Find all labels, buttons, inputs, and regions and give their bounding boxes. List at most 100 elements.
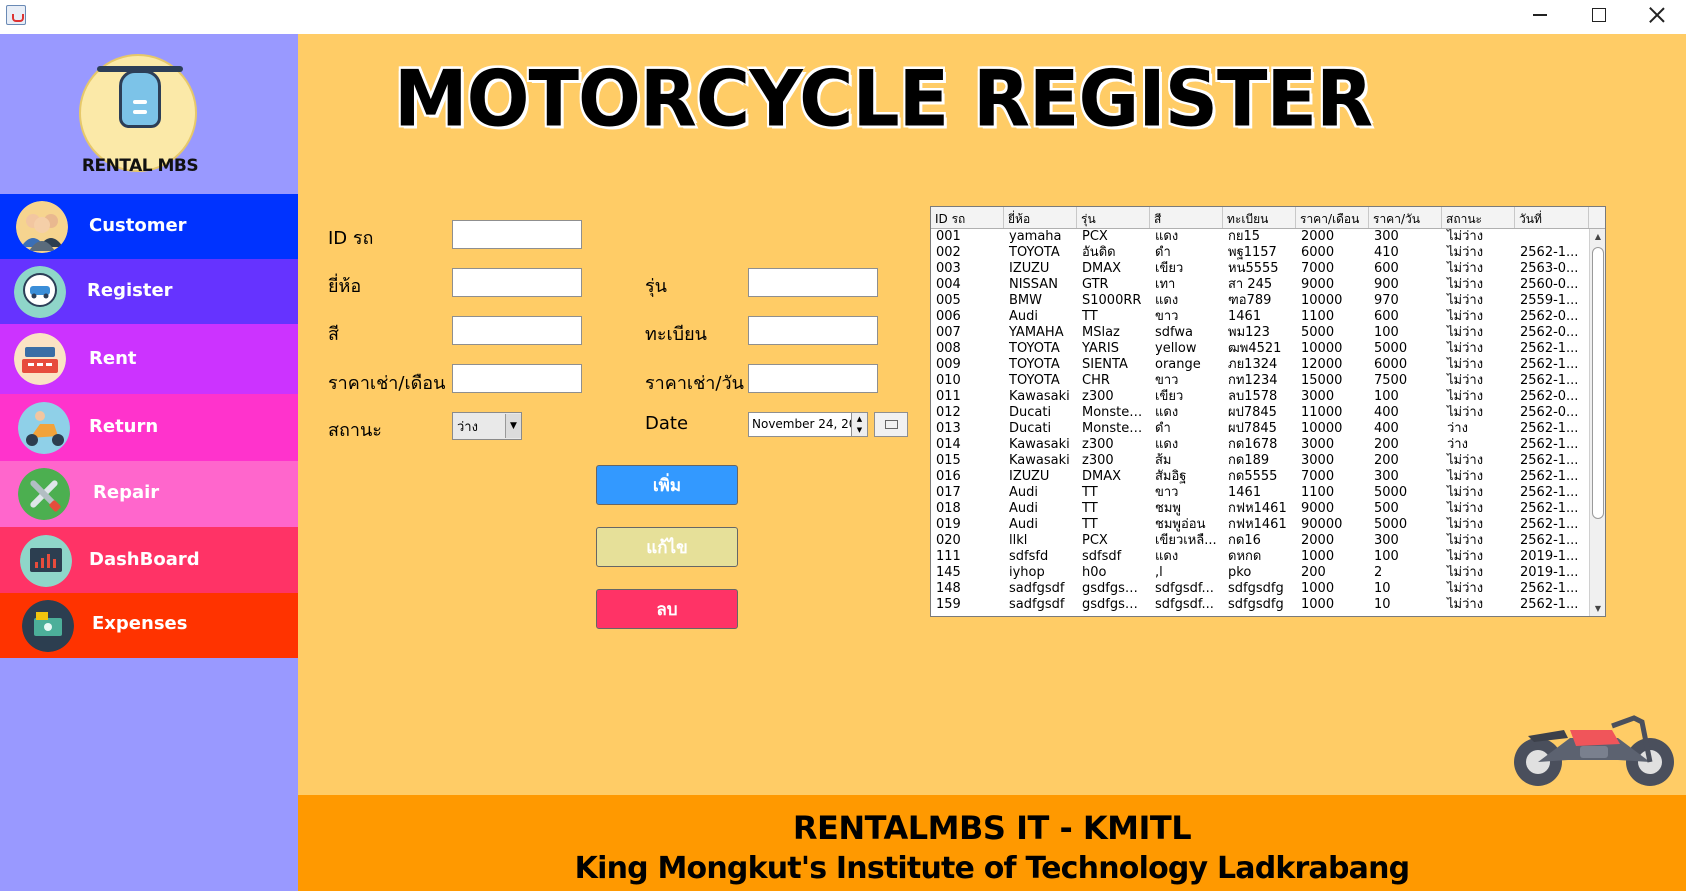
table-cell: พฐ1157 bbox=[1228, 245, 1277, 260]
close-button[interactable] bbox=[1628, 0, 1686, 30]
column-header[interactable]: สี bbox=[1150, 207, 1223, 228]
date-field[interactable]: November 24, 20 bbox=[748, 412, 856, 437]
table-row[interactable]: 018 Audi TT ชมพู กฟห1461 9000 500 ไม่ว่าง 2562-1… bbox=[931, 501, 1589, 517]
sidebar-item-customer[interactable]: Customer bbox=[0, 194, 298, 259]
table-cell: 2562-0... bbox=[1520, 389, 1579, 404]
daily-price-input[interactable] bbox=[748, 364, 878, 393]
table-cell: Monster... bbox=[1082, 405, 1146, 420]
add-button[interactable]: เพิ่ม bbox=[596, 465, 738, 505]
maximize-button[interactable] bbox=[1570, 0, 1628, 30]
sidebar-item-register[interactable]: Register bbox=[0, 259, 298, 324]
table-row[interactable]: 007 YAMAHA MSlaz sdfwa พม123 5000 100 ไม่ว่าง 25… bbox=[931, 325, 1589, 341]
plate-input[interactable] bbox=[748, 316, 878, 345]
table-row[interactable]: 010 TOYOTA CHR ขาว กท1234 15000 7500 ไม่ว่าง 256… bbox=[931, 373, 1589, 389]
sidebar-item-return[interactable]: Return bbox=[0, 394, 298, 461]
table-cell: 10000 bbox=[1301, 341, 1343, 356]
table-cell: Ducati bbox=[1009, 421, 1052, 436]
table-row[interactable]: 009 TOYOTA SIENTA orange ภย1324 12000 6000 ไม่ว… bbox=[931, 357, 1589, 373]
id-input[interactable] bbox=[452, 220, 582, 249]
delete-button[interactable]: ลบ bbox=[596, 589, 738, 629]
column-header[interactable]: ID รถ bbox=[931, 207, 1004, 228]
scroll-up-icon[interactable]: ▲ bbox=[1590, 229, 1605, 245]
table-cell: กฟห1461 bbox=[1228, 501, 1287, 516]
table-cell: 2562-0... bbox=[1520, 405, 1579, 420]
table-row[interactable]: 111 sdfsfd sdfsdf แดง ดหกด 1000 100 ไม่ว่าง 2019… bbox=[931, 549, 1589, 565]
table-row[interactable]: 003 IZUZU DMAX เขียว หน5555 7000 600 ไม่ว่าง 256… bbox=[931, 261, 1589, 277]
sidebar-item-label: Return bbox=[89, 416, 159, 437]
table-cell: 148 bbox=[936, 581, 961, 596]
edit-button[interactable]: แก้ไข bbox=[596, 527, 738, 567]
minimize-button[interactable] bbox=[1511, 0, 1569, 30]
table-cell: 2 bbox=[1374, 565, 1383, 580]
column-header[interactable]: สถานะ bbox=[1442, 207, 1515, 228]
calendar-icon bbox=[884, 420, 898, 429]
table-row[interactable]: 159 sadfgsdf gsdfgsdfg sdfgsdf... sdfgsdfg 10… bbox=[931, 597, 1589, 613]
table-row[interactable]: 148 sadfgsdf gsdfgsdfg sdfgsdf... sdfgsdfg 10… bbox=[931, 581, 1589, 597]
table-cell: 2562-1... bbox=[1520, 469, 1579, 484]
table-cell: ดำ bbox=[1155, 421, 1171, 436]
table-row[interactable]: 012 Ducati Monster... แดง ผป7845 11000 400 ไม่ว… bbox=[931, 405, 1589, 421]
table-cell: เขียว bbox=[1155, 261, 1184, 276]
column-header[interactable]: ราคา/เดือน bbox=[1296, 207, 1369, 228]
table-row[interactable]: 014 Kawasaki z300 แดง กด1678 3000 200 ว่าง 2562-… bbox=[931, 437, 1589, 453]
column-header[interactable]: ราคา/วัน bbox=[1369, 207, 1442, 228]
column-header[interactable]: วันที่ bbox=[1515, 207, 1589, 228]
table-row[interactable]: 011 Kawasaki z300 เขียว ลบ1578 3000 100 ไม่ว่าง… bbox=[931, 389, 1589, 405]
brand-input[interactable] bbox=[452, 268, 582, 297]
table-cell: SIENTA bbox=[1082, 357, 1128, 372]
sidebar-item-repair[interactable]: Repair bbox=[0, 461, 298, 527]
table-row[interactable]: 017 Audi TT ขาว 1461 1100 5000 ไม่ว่าง 2562-1... bbox=[931, 485, 1589, 501]
table-cell: 11000 bbox=[1301, 405, 1343, 420]
table-cell: S1000RR bbox=[1082, 293, 1142, 308]
tools-icon bbox=[18, 468, 70, 520]
table-row[interactable]: 016 IZUZU DMAX สัมอิฐ กด5555 7000 300 ไม่ว่าง 25… bbox=[931, 469, 1589, 485]
table-scrollbar[interactable]: ▲ ▼ bbox=[1589, 229, 1605, 616]
status-dropdown[interactable]: ว่าง ▼ bbox=[452, 412, 522, 440]
table-cell: 009 bbox=[936, 357, 961, 372]
column-header[interactable]: รุ่น bbox=[1077, 207, 1150, 228]
table-row[interactable]: 020 llkl PCX เขียวเหลื... กด16 2000 300 ไม่ว่าง… bbox=[931, 533, 1589, 549]
table-row[interactable]: 002 TOYOTA อันดิด ดำ พฐ1157 6000 410 ไม่ว่าง 256… bbox=[931, 245, 1589, 261]
table-cell: 015 bbox=[936, 453, 961, 468]
table-row[interactable]: 001 yamaha PCX แดง กย15 2000 300 ไม่ว่าง bbox=[931, 229, 1589, 245]
table-row[interactable]: 019 Audi TT ชมพูอ่อน กฟห1461 90000 5000 ไม่ว่าง… bbox=[931, 517, 1589, 533]
date-spinner[interactable]: ▲ ▼ bbox=[851, 412, 868, 437]
table-row[interactable]: 145 iyhop h0o ,l pko 200 2 ไม่ว่าง 2019-1... bbox=[931, 565, 1589, 581]
logo-text: RENTAL MBS bbox=[81, 156, 199, 176]
sidebar-item-rent[interactable]: Rent bbox=[0, 324, 298, 394]
table-row[interactable]: 005 BMW S1000RR แดง ฑอ789 10000 970 ไม่ว่าง 2559… bbox=[931, 293, 1589, 309]
table-row[interactable]: 015 Kawasaki z300 ส้ม กด189 3000 200 ไม่ว่าง 256… bbox=[931, 453, 1589, 469]
table-body[interactable]: 001 yamaha PCX แดง กย15 2000 300 ไม่ว่าง 002 TOYO… bbox=[931, 229, 1589, 616]
table-cell: 2019-1... bbox=[1520, 565, 1579, 580]
table-row[interactable]: 004 NISSAN GTR เทา สา 245 9000 900 ไม่ว่าง 2560-… bbox=[931, 277, 1589, 293]
scroll-down-icon[interactable]: ▼ bbox=[1590, 601, 1605, 616]
table-cell: 014 bbox=[936, 437, 961, 452]
table-cell: ขาว bbox=[1155, 485, 1179, 500]
calendar-button[interactable] bbox=[874, 412, 908, 437]
table-cell: ไม่ว่าง bbox=[1447, 405, 1484, 420]
column-header[interactable]: ยี่ห้อ bbox=[1004, 207, 1077, 228]
table-row[interactable]: 013 Ducati Monster... ดำ ผป7845 10000 400 ว่าง 2… bbox=[931, 421, 1589, 437]
sidebar-item-expenses[interactable]: Expenses bbox=[0, 593, 298, 658]
table-cell: 159 bbox=[936, 597, 961, 612]
table-cell: 2562-1... bbox=[1520, 581, 1579, 596]
sidebar-item-dashboard[interactable]: DashBoard bbox=[0, 527, 298, 593]
table-cell: 2000 bbox=[1301, 229, 1335, 244]
table-cell: 300 bbox=[1374, 533, 1399, 548]
table-cell: 1461 bbox=[1228, 309, 1262, 324]
plate-label: ทะเบียน bbox=[645, 324, 707, 345]
monthly-price-input[interactable] bbox=[452, 364, 582, 393]
table-cell: 100 bbox=[1374, 325, 1399, 340]
table-row[interactable]: 008 TOYOTA YARIS yellow ฒพ4521 10000 5000 ไม่ว่… bbox=[931, 341, 1589, 357]
color-input[interactable] bbox=[452, 316, 582, 345]
scroll-thumb[interactable] bbox=[1592, 247, 1604, 519]
model-input[interactable] bbox=[748, 268, 878, 297]
logo-detail bbox=[133, 100, 147, 104]
table-cell: 400 bbox=[1374, 421, 1399, 436]
column-header[interactable]: ทะเบียน bbox=[1223, 207, 1296, 228]
table-cell: ผป7845 bbox=[1228, 421, 1277, 436]
table-cell: gsdfgsdfg bbox=[1082, 581, 1146, 596]
table-cell: 10000 bbox=[1301, 293, 1343, 308]
table-cell: pko bbox=[1228, 565, 1252, 580]
table-row[interactable]: 006 Audi TT ขาว 1461 1100 600 ไม่ว่าง 2562-0... bbox=[931, 309, 1589, 325]
